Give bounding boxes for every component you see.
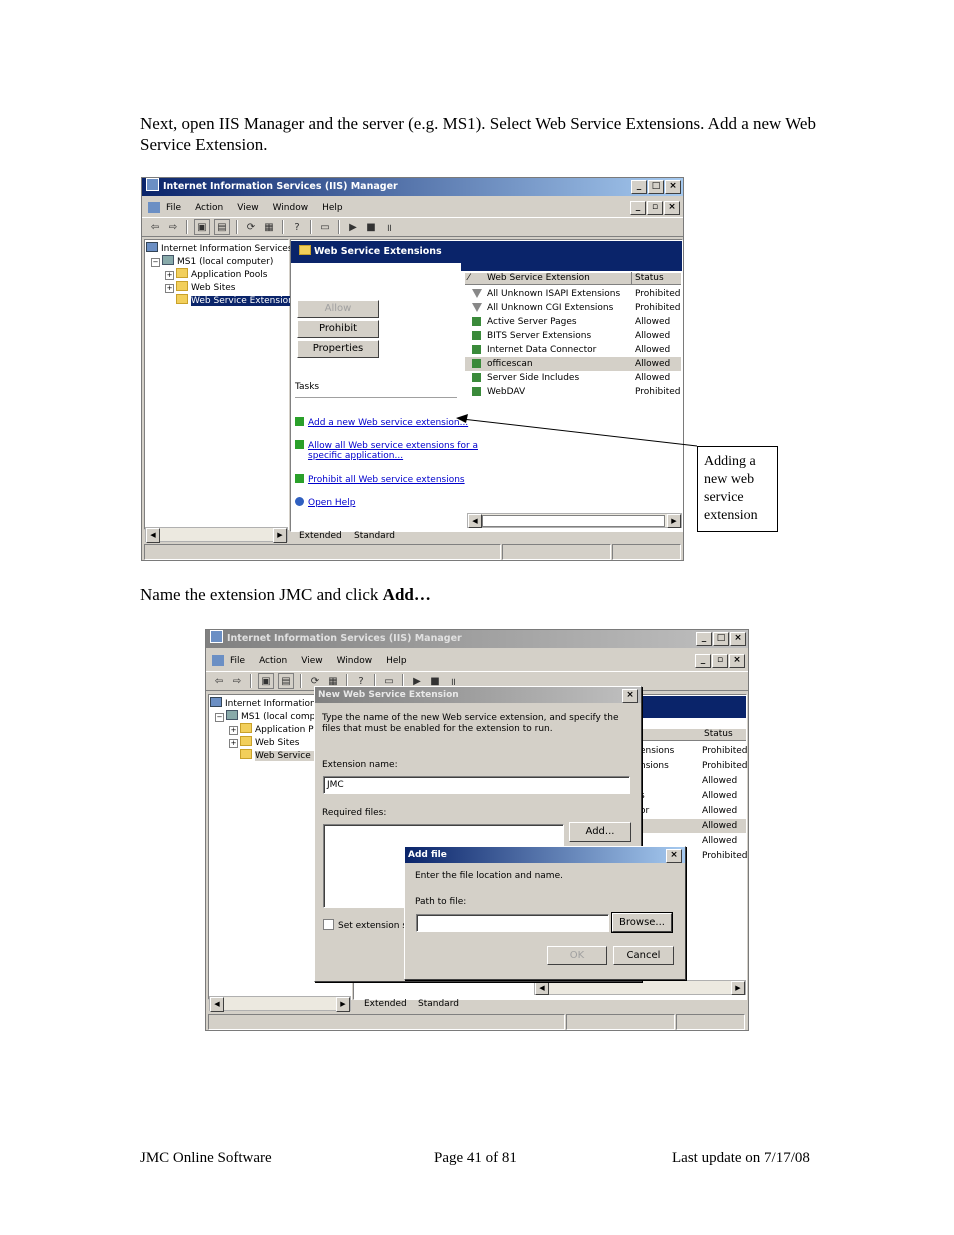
path-field[interactable] xyxy=(416,914,609,932)
tab-extended[interactable]: Extended xyxy=(364,999,407,1009)
extension-name-field[interactable]: JMC xyxy=(323,776,630,794)
iis-icon xyxy=(210,630,223,643)
add-file-dialog: Add file × Enter the file location and n… xyxy=(404,846,686,980)
list-row[interactable]: or Allowed xyxy=(634,804,746,818)
window-title: Internet Information Services (IIS) Mana… xyxy=(227,633,462,644)
up-folder-icon[interactable]: ▣ xyxy=(258,673,274,689)
menu-file[interactable]: File xyxy=(230,656,245,666)
dialog-close-button[interactable]: × xyxy=(666,849,682,863)
extension-name-label: Extension name: xyxy=(322,760,398,770)
iis-manager-window-2: Internet Information Services (IIS) Mana… xyxy=(205,629,749,1031)
menu-action[interactable]: Action xyxy=(259,656,287,666)
dialog-close-button[interactable]: × xyxy=(622,689,638,703)
required-files-label: Required files: xyxy=(322,808,387,818)
forward-icon[interactable]: ⇨ xyxy=(230,674,244,688)
menu-window[interactable]: Window xyxy=(337,656,373,666)
list-row-selected[interactable]: Allowed xyxy=(634,819,746,833)
folder-icon xyxy=(240,723,252,733)
minimize-button[interactable]: _ xyxy=(696,632,712,646)
maximize-button[interactable]: □ xyxy=(713,632,729,646)
app-icon xyxy=(212,655,224,666)
status-bar-panel xyxy=(566,1014,675,1030)
title-bar: Internet Information Services (IIS) Mana… xyxy=(206,630,748,648)
child-restore-button[interactable]: ▫ xyxy=(712,654,728,668)
callout-arrow xyxy=(456,414,698,447)
status-bar-panel xyxy=(676,1014,745,1030)
list-row[interactable]: Allowed xyxy=(634,774,746,788)
col-header-status[interactable]: Status xyxy=(704,729,733,739)
child-close-button[interactable]: × xyxy=(729,654,745,668)
status-checkbox-row: Set extension sta xyxy=(323,919,416,931)
instruction-paragraph: Name the extension JMC and click Add… xyxy=(140,585,431,604)
browse-button[interactable]: Browse... xyxy=(611,912,673,933)
status-bar xyxy=(208,1014,565,1030)
back-icon[interactable]: ⇦ xyxy=(212,674,226,688)
close-button[interactable]: × xyxy=(730,632,746,646)
list-row[interactable]: nsions Prohibited xyxy=(634,759,747,773)
path-label: Path to file: xyxy=(415,897,467,907)
list-row[interactable]: ensions Prohibited xyxy=(634,744,747,758)
ok-button[interactable]: OK xyxy=(547,946,607,965)
footer-right: Last update on 7/17/08 xyxy=(672,1150,810,1166)
menu-help[interactable]: Help xyxy=(386,656,407,666)
menu-view[interactable]: View xyxy=(301,656,322,666)
footer-left: JMC Online Software xyxy=(140,1150,272,1166)
folder-icon xyxy=(240,749,252,759)
tree-scrollbar[interactable]: ◀ ▶ xyxy=(209,996,351,1012)
status-checkbox[interactable] xyxy=(323,919,334,930)
dialog-description: Type the name of the new Web service ext… xyxy=(322,713,619,734)
child-minimize-button[interactable]: _ xyxy=(695,654,711,668)
tab-standard[interactable]: Standard xyxy=(418,999,459,1009)
footer-page: Page 41 of 81 xyxy=(434,1150,517,1166)
list-scrollbar[interactable]: ◀ ▶ xyxy=(534,980,746,995)
folder-icon xyxy=(240,736,252,746)
list-row[interactable]: s Allowed xyxy=(634,789,746,803)
add-file-description: Enter the file location and name. xyxy=(415,871,563,881)
cancel-button[interactable]: Cancel xyxy=(613,946,674,965)
show-tree-icon[interactable]: ▤ xyxy=(278,673,294,689)
add-files-button[interactable]: Add... xyxy=(569,822,631,842)
dialog-title: Add file xyxy=(405,847,685,863)
callout-box: Adding a new web service extension xyxy=(697,446,778,532)
pane-header xyxy=(634,696,746,718)
menu-bar: File Action View Window Help _ ▫ × xyxy=(206,652,748,669)
dialog-title: New Web Service Extension xyxy=(315,687,641,703)
